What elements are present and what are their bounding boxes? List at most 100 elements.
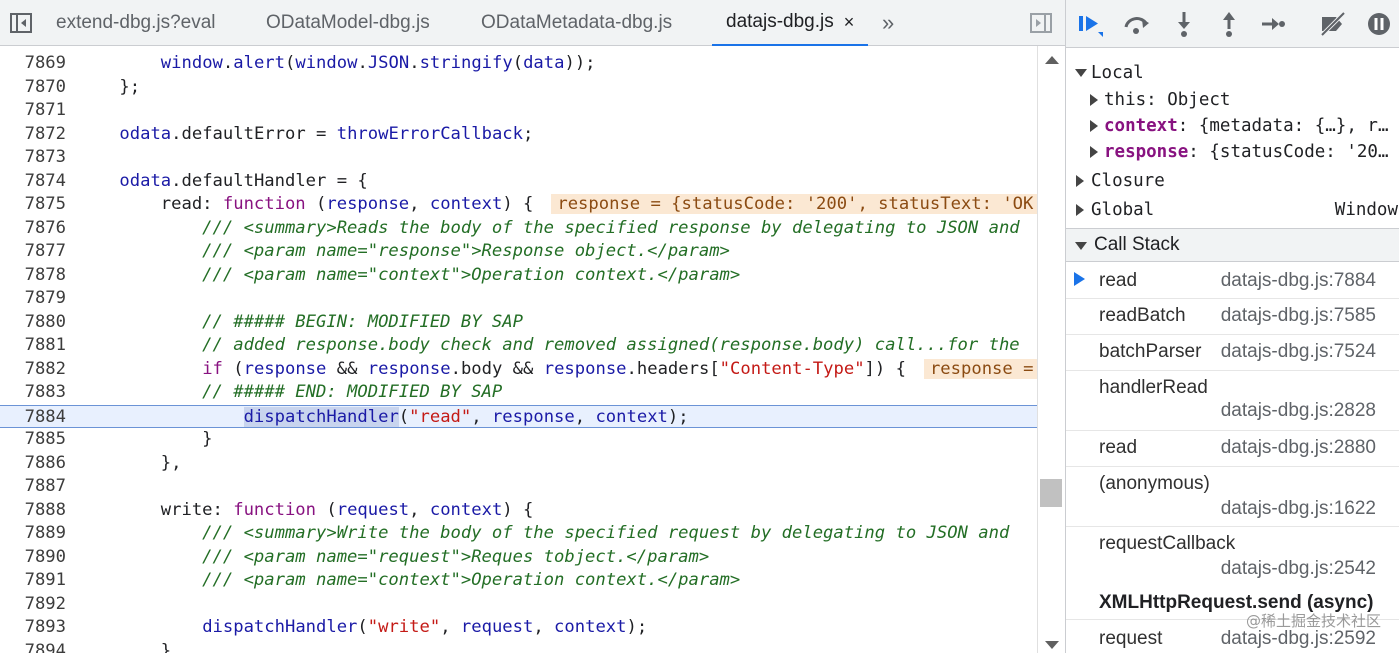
line-number[interactable]: 7889 xyxy=(0,522,66,546)
line-number[interactable]: 7872 xyxy=(0,123,66,147)
more-tabs-button[interactable]: » xyxy=(868,0,908,46)
frame-location[interactable]: datajs-dbg.js:2828 xyxy=(1221,400,1376,422)
code-line: 7868 xyxy=(0,46,1037,52)
step-out-button[interactable] xyxy=(1212,7,1246,41)
tab-label: datajs-dbg.js xyxy=(726,11,834,32)
tab-datajs-dbg[interactable]: datajs-dbg.js × xyxy=(712,0,869,46)
line-number[interactable]: 7894 xyxy=(0,640,66,653)
deactivate-breakpoints-button[interactable] xyxy=(1316,7,1350,41)
tab-extend-dbg[interactable]: extend-dbg.js?eval xyxy=(42,0,230,46)
line-number[interactable]: 7887 xyxy=(0,475,66,499)
call-frame[interactable]: read datajs-dbg.js:7884 xyxy=(1066,262,1399,299)
code-line: 7869 window.alert(window.JSON.stringify(… xyxy=(0,52,1037,76)
editor-scrollbar[interactable] xyxy=(1037,46,1065,653)
line-number[interactable]: 7870 xyxy=(0,76,66,100)
line-number[interactable]: 7885 xyxy=(0,428,66,452)
resume-button[interactable] xyxy=(1074,7,1108,41)
frame-location[interactable]: datajs-dbg.js:7524 xyxy=(1221,341,1376,363)
code-comment: /// <param name="response">Response obje… xyxy=(78,241,730,261)
call-frame[interactable]: batchParser datajs-dbg.js:7524 xyxy=(1066,335,1399,371)
scroll-down-icon[interactable] xyxy=(1045,641,1059,649)
code-line: 7893 dispatchHandler("write", request, c… xyxy=(0,616,1037,640)
scope-local-header[interactable]: Local xyxy=(1066,60,1399,86)
line-number[interactable]: 7881 xyxy=(0,334,66,358)
more-tabs-icon: » xyxy=(882,10,895,35)
code-text: }; xyxy=(78,76,141,97)
line-number[interactable]: 7871 xyxy=(0,99,66,123)
code-line: 7885 } xyxy=(0,428,1037,452)
frame-function: handlerRead xyxy=(1099,377,1208,398)
line-number[interactable]: 7876 xyxy=(0,217,66,241)
frame-function: read xyxy=(1099,270,1138,291)
code-line: 7870 }; xyxy=(0,76,1037,100)
line-number[interactable]: 7873 xyxy=(0,146,66,170)
call-stack-header[interactable]: Call Stack xyxy=(1066,228,1399,262)
frame-function: read xyxy=(1099,437,1138,458)
scope-key: context xyxy=(1104,116,1178,136)
code-area[interactable]: 7868 7869 window.alert(window.JSON.strin… xyxy=(0,46,1037,653)
line-number[interactable]: 7877 xyxy=(0,240,66,264)
call-frame[interactable]: handlerRead datajs-dbg.js:2828 xyxy=(1066,371,1399,431)
pause-on-exceptions-button[interactable] xyxy=(1362,7,1396,41)
frame-location[interactable]: datajs-dbg.js:7585 xyxy=(1221,305,1376,327)
line-number[interactable]: 7880 xyxy=(0,311,66,335)
step-into-button[interactable] xyxy=(1167,7,1201,41)
step-button[interactable] xyxy=(1256,7,1290,41)
line-number[interactable]: 7874 xyxy=(0,170,66,194)
line-number[interactable]: 7884 xyxy=(0,406,66,430)
line-number[interactable]: 7869 xyxy=(0,52,66,76)
code-text: dispatchHandler("read", response, contex… xyxy=(243,406,689,427)
call-frame[interactable]: read datajs-dbg.js:2880 xyxy=(1066,431,1399,467)
step-icon xyxy=(1262,18,1285,30)
line-number[interactable]: 7883 xyxy=(0,381,66,405)
code-line: 7891 /// <param name="context">Operation… xyxy=(0,569,1037,593)
tab-close-icon[interactable]: × xyxy=(844,12,855,33)
code-line: 7892 xyxy=(0,593,1037,617)
tab-label: extend-dbg.js?eval xyxy=(56,12,216,33)
call-stack-title: Call Stack xyxy=(1094,234,1180,255)
scope-row-context[interactable]: context: {metadata: {…}, r… xyxy=(1066,113,1399,139)
scope-row-response[interactable]: response: {statusCode: '20… xyxy=(1066,139,1399,165)
collapse-triangle-icon xyxy=(1090,146,1098,158)
code-line: 7894 } xyxy=(0,640,1037,653)
frame-location[interactable]: datajs-dbg.js:2592 xyxy=(1221,628,1376,650)
code-text: odata.defaultError = throwErrorCallback; xyxy=(119,123,534,144)
frame-function: (anonymous) xyxy=(1099,473,1210,494)
frame-location[interactable]: datajs-dbg.js:1622 xyxy=(1221,498,1376,520)
tab-odatamodel-dbg[interactable]: ODataModel-dbg.js xyxy=(252,0,444,46)
line-number[interactable]: 7893 xyxy=(0,616,66,640)
scope-key: this xyxy=(1104,90,1147,110)
line-number[interactable]: 7878 xyxy=(0,264,66,288)
frame-location[interactable]: datajs-dbg.js:2542 xyxy=(1221,558,1376,580)
line-number[interactable]: 7891 xyxy=(0,569,66,593)
scope-row-this[interactable]: this: Object xyxy=(1066,87,1399,113)
line-number[interactable]: 7886 xyxy=(0,452,66,476)
expand-triangle-icon xyxy=(1075,69,1087,77)
call-frame[interactable]: requestCallback datajs-dbg.js:2542 xyxy=(1066,527,1399,587)
step-over-button[interactable] xyxy=(1120,7,1154,41)
inline-value[interactable]: response = {statusCode: '200', statusTex… xyxy=(551,194,1037,214)
scope-closure-header[interactable]: Closure xyxy=(1066,168,1399,194)
line-number[interactable]: 7875 xyxy=(0,193,66,217)
scroll-up-icon[interactable] xyxy=(1045,56,1059,64)
call-frame[interactable]: readBatch datajs-dbg.js:7585 xyxy=(1066,299,1399,335)
toggle-navigator-button[interactable] xyxy=(0,0,42,46)
line-number[interactable]: 7890 xyxy=(0,546,66,570)
call-frame[interactable]: (anonymous) datajs-dbg.js:1622 xyxy=(1066,467,1399,527)
scope-global-header[interactable]: Global Window xyxy=(1066,197,1399,223)
code-line: 7880 // ##### BEGIN: MODIFIED BY SAP xyxy=(0,311,1037,335)
tab-odatametadata-dbg[interactable]: ODataMetadata-dbg.js xyxy=(467,0,686,46)
code-line: 7889 /// <summary>Write the body of the … xyxy=(0,522,1037,546)
toggle-debugger-sidebar-button[interactable] xyxy=(1020,0,1062,46)
code-text: if (response && response.body && respons… xyxy=(78,358,1037,382)
line-number[interactable]: 7879 xyxy=(0,287,66,311)
scrollbar-thumb[interactable] xyxy=(1040,479,1062,507)
line-number[interactable]: 7892 xyxy=(0,593,66,617)
watermark-text: @稀土掘金技术社区 xyxy=(1245,612,1381,630)
scope-key: response xyxy=(1104,142,1189,162)
inline-value[interactable]: response = { xyxy=(923,358,1037,379)
line-number[interactable]: 7888 xyxy=(0,499,66,523)
frame-location[interactable]: datajs-dbg.js:2880 xyxy=(1221,437,1376,459)
line-number[interactable]: 7882 xyxy=(0,358,66,382)
frame-location[interactable]: datajs-dbg.js:7884 xyxy=(1221,270,1376,292)
